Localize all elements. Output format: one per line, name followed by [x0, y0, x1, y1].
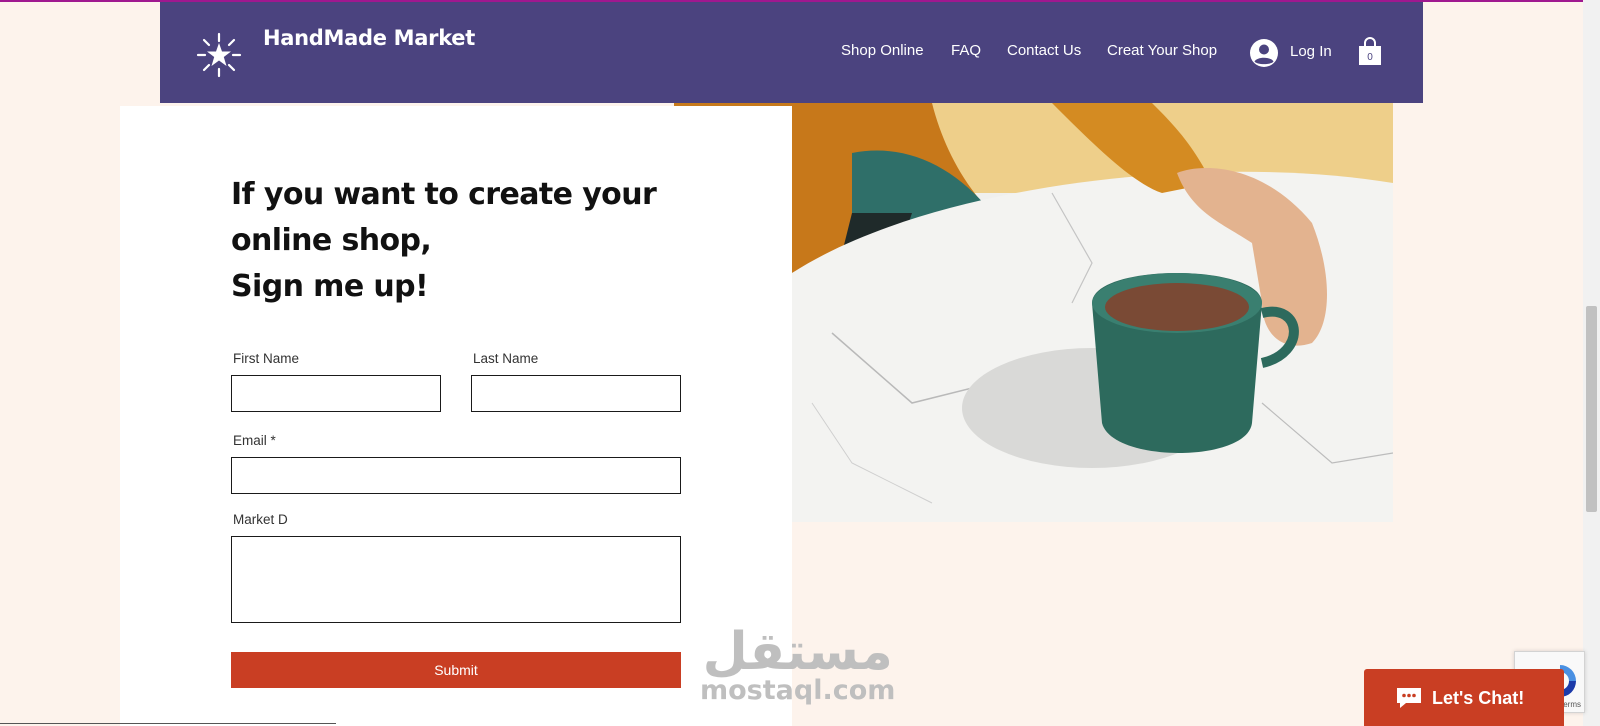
nav-shop-online[interactable]: Shop Online — [841, 42, 924, 59]
submit-button[interactable]: Submit — [231, 652, 681, 688]
heading-line: online shop, — [231, 223, 432, 258]
shopping-bag-icon[interactable]: 0 — [1357, 36, 1383, 66]
login-link[interactable]: Log In — [1290, 43, 1332, 60]
heading-line: If you want to create your — [231, 177, 657, 212]
coffee-mug-photo — [792, 103, 1393, 522]
site-header: HandMade Market Shop Online FAQ Contact … — [160, 2, 1423, 103]
nav-faq[interactable]: FAQ — [951, 42, 981, 59]
first-name-input[interactable] — [231, 375, 441, 412]
lets-chat-widget[interactable]: Let's Chat! — [1364, 669, 1564, 726]
watermark-latin: mostaql.com — [700, 675, 896, 706]
mostaql-watermark: مستقل mostaql.com — [700, 622, 896, 706]
heading-line: Sign me up! — [231, 269, 429, 304]
market-description-label: Market D — [233, 512, 288, 527]
nav-contact-us[interactable]: Contact Us — [1007, 42, 1081, 59]
nav-creat-your-shop[interactable]: Creat Your Shop — [1107, 42, 1217, 59]
scrollbar-thumb[interactable] — [1586, 306, 1597, 512]
signup-form-panel: If you want to create your online shop, … — [120, 106, 792, 726]
last-name-input[interactable] — [471, 375, 681, 412]
brand-name[interactable]: HandMade Market — [263, 26, 475, 50]
chat-label[interactable]: Let's Chat! — [1432, 688, 1524, 709]
cart-count: 0 — [1367, 52, 1373, 63]
signup-heading: If you want to create your online shop, … — [231, 172, 661, 310]
last-name-label: Last Name — [473, 351, 539, 366]
email-label: Email * — [233, 433, 276, 448]
sparkle-star-icon[interactable] — [196, 32, 242, 78]
bottom-divider — [0, 723, 336, 724]
email-input[interactable] — [231, 457, 681, 494]
market-description-textarea[interactable] — [231, 536, 681, 623]
user-circle-icon[interactable] — [1250, 39, 1278, 67]
first-name-label: First Name — [233, 351, 300, 366]
watermark-arabic: مستقل — [702, 622, 893, 682]
chat-bubble-icon — [1397, 688, 1421, 708]
